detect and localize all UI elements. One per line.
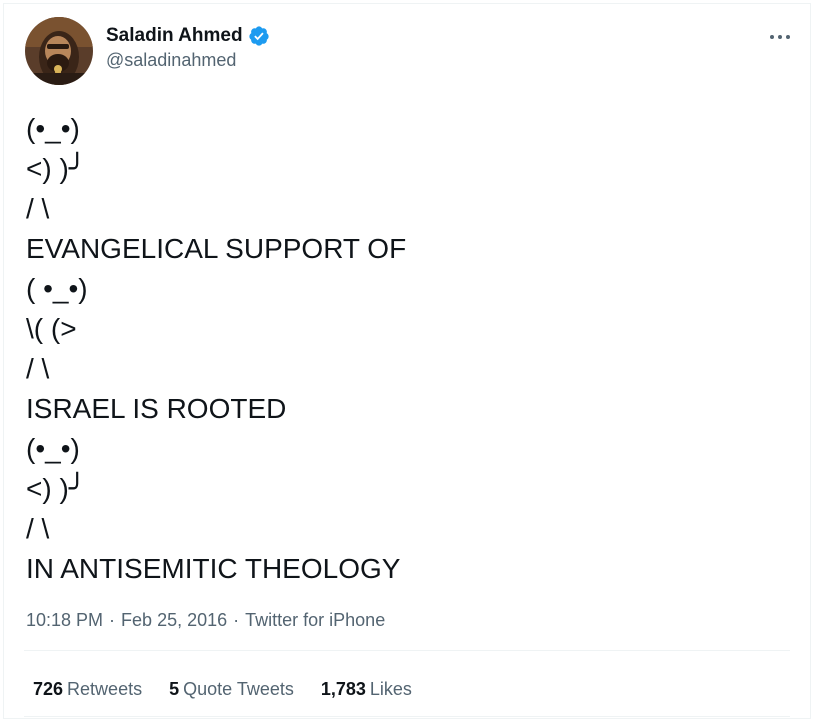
verified-badge-icon (248, 25, 270, 47)
retweets-stat[interactable]: 726 Retweets (33, 679, 142, 700)
display-name[interactable]: Saladin Ahmed (106, 25, 243, 47)
likes-label: Likes (369, 678, 412, 699)
meta-separator: · (233, 609, 240, 630)
tweet-header: Saladin Ahmed @saladinahmed (25, 17, 792, 87)
tweet-line: <) )╯ (26, 153, 86, 184)
divider (24, 716, 790, 717)
tweet-source[interactable]: Twitter for iPhone (245, 610, 385, 631)
tweet-line: IN ANTISEMITIC THEOLOGY (26, 553, 401, 584)
tweet-line: / \ (26, 513, 50, 544)
tweet-text: (•_•) <) )╯ / \ EVANGELICAL SUPPORT OF (… (26, 109, 790, 589)
retweets-count: 726 (33, 678, 64, 699)
retweets-label: Retweets (67, 678, 143, 699)
tweet-line: (•_•) (26, 433, 80, 464)
quote-tweets-count: 5 (169, 678, 180, 699)
avatar[interactable] (25, 17, 93, 85)
tweet-time[interactable]: 10:18 PM (26, 610, 103, 631)
tweet-line: ( •_•) (26, 273, 88, 304)
engagement-stats: 726 Retweets 5 Quote Tweets 1,783 Likes (33, 677, 439, 701)
tweet-line: / \ (26, 193, 50, 224)
avatar-photo-icon (25, 17, 93, 85)
quote-tweets-label: Quote Tweets (183, 678, 294, 699)
tweet-metadata: 10:18 PM · Feb 25, 2016 · Twitter for iP… (26, 608, 385, 632)
tweet-date[interactable]: Feb 25, 2016 (121, 610, 227, 631)
tweet-card: Saladin Ahmed @saladinahmed (•_•) <) )╯ … (3, 3, 811, 719)
meta-separator: · (109, 609, 116, 630)
tweet-line: \( (> (26, 313, 77, 344)
tweet-line: EVANGELICAL SUPPORT OF (26, 233, 407, 264)
tweet-line: (•_•) (26, 113, 80, 144)
author-handle[interactable]: @saladinahmed (106, 50, 270, 71)
likes-stat[interactable]: 1,783 Likes (321, 679, 412, 700)
tweet-line: / \ (26, 353, 50, 384)
more-options-icon[interactable] (768, 29, 792, 45)
likes-count: 1,783 (320, 678, 366, 699)
divider (24, 650, 790, 651)
display-name-row: Saladin Ahmed (106, 23, 270, 49)
quote-tweets-stat[interactable]: 5 Quote Tweets (169, 679, 294, 700)
tweet-line: ISRAEL IS ROOTED (26, 393, 287, 424)
tweet-line: <) )╯ (26, 473, 86, 504)
author-names: Saladin Ahmed @saladinahmed (106, 23, 270, 71)
